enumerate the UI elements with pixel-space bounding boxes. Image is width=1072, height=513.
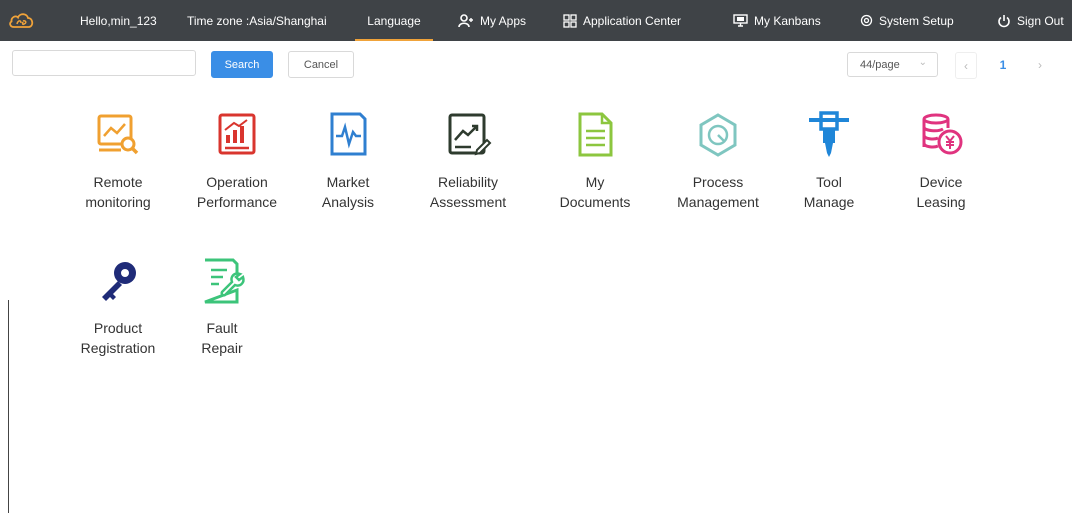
next-page-button[interactable]: › xyxy=(1030,52,1050,77)
current-page-number[interactable]: 1 xyxy=(993,52,1013,77)
monitor-icon xyxy=(733,14,748,27)
timezone-selector[interactable]: Time zone :Asia/Shanghai xyxy=(187,0,327,41)
app-label: Device Leasing xyxy=(886,172,996,212)
app-product-registration[interactable]: Product Registration xyxy=(63,256,173,366)
search-button[interactable]: Search xyxy=(211,51,273,78)
app-label-line2: Assessment xyxy=(429,194,507,210)
cancel-button[interactable]: Cancel xyxy=(288,51,354,78)
app-reliability-assessment[interactable]: Reliability Assessment xyxy=(413,110,523,220)
app-label-line1: Reliability xyxy=(438,174,498,190)
page-size-select[interactable]: 44/page ⌄ xyxy=(847,52,938,77)
bar-chart-icon xyxy=(218,113,256,155)
cloud-logo-icon xyxy=(9,13,34,28)
page-edge-divider xyxy=(8,300,9,513)
my-apps-label: My Apps xyxy=(480,13,527,28)
coins-yen-icon xyxy=(922,113,963,155)
app-label-line2: Analysis xyxy=(321,194,375,210)
previous-page-button[interactable]: ‹ xyxy=(955,52,977,79)
key-icon xyxy=(102,262,136,301)
app-device-leasing[interactable]: Device Leasing xyxy=(886,110,996,220)
app-label-line1: Fault xyxy=(206,320,238,336)
application-center-label: Application Center xyxy=(583,13,682,28)
app-label-line1: Operation xyxy=(206,174,268,190)
app-label-line2: monitoring xyxy=(85,194,151,210)
app-label-line2: Management xyxy=(677,194,759,210)
grid-icon xyxy=(563,13,577,28)
app-my-documents[interactable]: My Documents xyxy=(540,110,650,220)
monitor-chart-icon xyxy=(97,114,139,155)
app-fault-repair[interactable]: Fault Repair xyxy=(167,256,277,366)
app-label-line2: Registration xyxy=(80,340,156,356)
my-apps-menu[interactable]: My Apps xyxy=(458,0,526,41)
app-label-line1: Tool xyxy=(816,174,842,190)
app-label-line1: Product xyxy=(93,320,143,336)
user-icon xyxy=(458,13,473,27)
my-kanbans-menu[interactable]: My Kanbans xyxy=(733,0,821,41)
sign-out-button[interactable]: Sign Out xyxy=(997,0,1064,41)
app-tool-manage[interactable]: Tool Manage xyxy=(774,110,884,220)
app-label: My Documents xyxy=(540,172,650,212)
system-setup-label: System Setup xyxy=(879,13,954,28)
app-label: Operation Performance xyxy=(182,172,292,212)
timezone-text: Time zone :Asia/Shanghai xyxy=(187,13,327,28)
app-label-line1: Market xyxy=(326,174,370,190)
app-label-line1: Remote xyxy=(93,174,143,190)
app-label-line2: Manage xyxy=(803,194,855,210)
app-label-line1: My xyxy=(585,174,605,190)
app-label: Remote monitoring xyxy=(63,172,173,212)
gear-icon xyxy=(860,14,873,27)
my-kanbans-label: My Kanbans xyxy=(754,13,821,28)
app-label: Process Management xyxy=(663,172,773,212)
app-process-management[interactable]: Process Management xyxy=(663,110,773,220)
language-label: Language xyxy=(367,13,421,28)
user-greeting-text: Hello,min_123 xyxy=(80,13,157,28)
user-greeting: Hello,min_123 xyxy=(80,0,157,41)
power-icon xyxy=(998,14,1010,27)
app-remote-monitoring[interactable]: Remote monitoring xyxy=(63,110,173,220)
app-label: Fault Repair xyxy=(167,318,277,358)
drill-tool-icon xyxy=(809,111,849,157)
app-label: Product Registration xyxy=(63,318,173,358)
app-label-line2: Documents xyxy=(559,194,631,210)
app-label-line2: Repair xyxy=(201,340,243,356)
app-label-line2: Leasing xyxy=(916,194,966,210)
top-navigation-bar: Hello,min_123 Time zone :Asia/Shanghai L… xyxy=(0,0,1072,41)
app-label: Reliability Assessment xyxy=(413,172,523,212)
system-setup-menu[interactable]: System Setup xyxy=(860,0,954,41)
app-operation-performance[interactable]: Operation Performance xyxy=(182,110,292,220)
hexagon-process-icon xyxy=(699,113,737,157)
pulse-chart-icon xyxy=(330,112,367,156)
search-input[interactable] xyxy=(12,50,196,76)
app-market-analysis[interactable]: Market Analysis xyxy=(293,110,403,220)
language-menu[interactable]: Language xyxy=(355,0,433,41)
page-size-value: 44/page xyxy=(860,58,900,71)
wrench-document-icon xyxy=(204,258,245,304)
document-icon xyxy=(578,112,613,157)
app-label-line1: Device xyxy=(919,174,963,190)
chevron-down-icon: ⌄ xyxy=(918,57,927,68)
application-center-menu[interactable]: Application Center xyxy=(563,0,681,41)
sign-out-label: Sign Out xyxy=(1017,13,1064,28)
app-label: Tool Manage xyxy=(774,172,884,212)
trend-check-icon xyxy=(448,113,492,156)
app-label: Market Analysis xyxy=(293,172,403,212)
app-label-line2: Performance xyxy=(196,194,278,210)
app-label-line1: Process xyxy=(692,174,744,190)
